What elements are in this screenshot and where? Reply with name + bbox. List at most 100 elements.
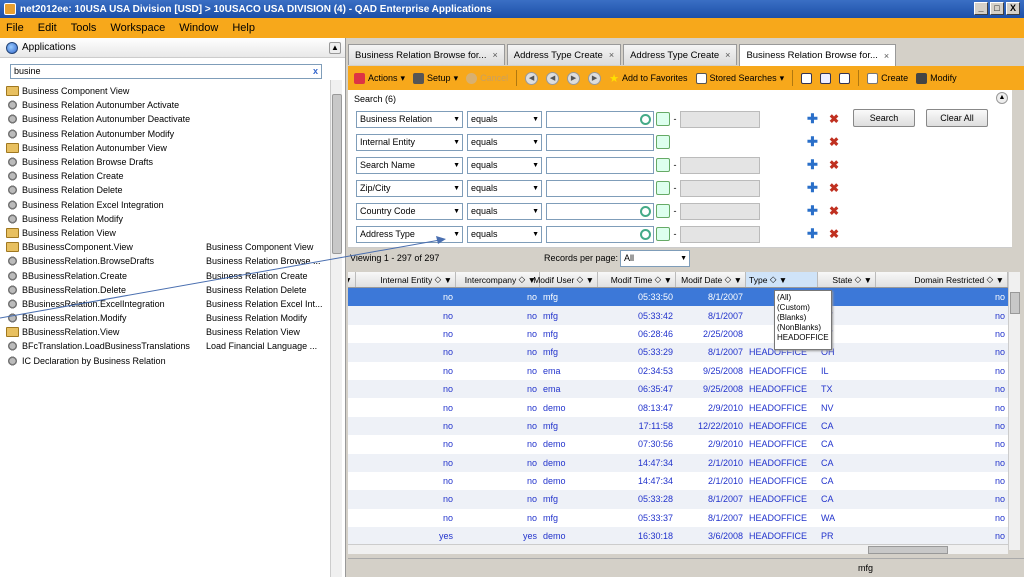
table-row[interactable]: no no demo 07:30:56 2/9/2010 HEADOFFICE CA no: [348, 435, 1008, 453]
close-button[interactable]: X: [1006, 2, 1020, 15]
filter-icon[interactable]: ▼: [779, 275, 787, 285]
next-page-icon[interactable]: ▶: [567, 71, 581, 85]
application-item[interactable]: BBusinessRelation.ExcelIntegration Busine…: [6, 297, 336, 311]
criterion-value-input[interactable]: [546, 202, 654, 220]
application-item[interactable]: Business Relation Create: [6, 169, 336, 183]
apply-criterion-icon[interactable]: [656, 227, 670, 241]
application-item[interactable]: Business Relation Autonumber Activate: [6, 98, 336, 112]
modify-button[interactable]: Modify: [916, 72, 957, 84]
column-header-modif-user[interactable]: Modif User ◇ ▼: [533, 272, 598, 287]
table-row[interactable]: no no demo 14:47:34 2/1/2010 HEADOFFICE CA no: [348, 472, 1008, 490]
criterion-field-select[interactable]: Internal Entity ▼: [356, 133, 463, 151]
sort-icon[interactable]: ◇: [519, 274, 526, 285]
grid-view-icon[interactable]: [801, 72, 813, 84]
criterion-operator-select[interactable]: equals ▼: [467, 156, 542, 174]
grid-vertical-scrollbar[interactable]: [1008, 272, 1020, 550]
criterion-value-input[interactable]: [546, 133, 654, 151]
application-item[interactable]: IC Declaration by Business Relation: [6, 354, 336, 368]
sort-icon[interactable]: ◇: [435, 274, 442, 285]
setup-menu[interactable]: Setup ▾: [413, 72, 458, 84]
menu-workspace[interactable]: Workspace: [110, 22, 165, 34]
table-row[interactable]: no no mfg 17:11:58 12/22/2010 HEADOFFICE CA no: [348, 416, 1008, 436]
application-item[interactable]: Business Relation Autonumber Deactivate: [6, 112, 336, 126]
add-criterion-icon[interactable]: ✚: [807, 134, 818, 150]
criterion-value-input[interactable]: [546, 225, 654, 243]
criterion-range-input[interactable]: [680, 179, 760, 197]
application-item[interactable]: Business Relation Autonumber Modify: [6, 127, 336, 141]
apply-criterion-icon[interactable]: [656, 204, 670, 218]
table-row[interactable]: yes yes demo 16:30:18 3/6/2008 HEADOFFICE PR no: [348, 527, 1008, 546]
lookup-icon[interactable]: [640, 113, 651, 125]
prev-page-icon[interactable]: ◀: [546, 71, 560, 85]
criterion-field-select[interactable]: Zip/City ▼: [356, 179, 463, 197]
type-filter-option[interactable]: (NonBlanks): [777, 323, 829, 333]
menu-file[interactable]: File: [6, 22, 24, 34]
criterion-field-select[interactable]: Search Name ▼: [356, 156, 463, 174]
criterion-field-select[interactable]: Country Code ▼: [356, 202, 463, 220]
sort-icon[interactable]: ◇: [855, 274, 862, 285]
criterion-value-input[interactable]: [546, 179, 654, 197]
scrollbar-thumb[interactable]: [868, 546, 948, 554]
column-header-modif-time[interactable]: Modif Time ◇ ▼: [598, 272, 676, 287]
sort-icon[interactable]: ◇: [770, 274, 777, 285]
tab-4[interactable]: Business Relation Browse for... ×: [739, 44, 897, 66]
criterion-range-input[interactable]: [680, 110, 760, 128]
criterion-range-input[interactable]: [680, 225, 760, 243]
filter-icon[interactable]: ▼: [444, 275, 452, 285]
criterion-operator-select[interactable]: equals ▼: [467, 110, 542, 128]
records-per-page-select[interactable]: All ▼: [620, 250, 690, 267]
lookup-icon[interactable]: [640, 228, 651, 240]
minimize-button[interactable]: _: [974, 2, 988, 15]
applications-search-input[interactable]: busine x: [10, 64, 322, 79]
criterion-operator-select[interactable]: equals ▼: [467, 179, 542, 197]
application-item[interactable]: Business Relation View: [6, 226, 336, 240]
criterion-value-input[interactable]: [546, 110, 654, 128]
filter-icon[interactable]: ▼: [664, 275, 672, 285]
column-header-internal-entity[interactable]: Internal Entity ◇ ▼: [356, 272, 456, 287]
grid-horizontal-scrollbar[interactable]: [348, 544, 1008, 554]
applications-scrollbar[interactable]: [330, 80, 342, 577]
table-row[interactable]: no no mfg 05:33:28 8/1/2007 HEADOFFICE CA no: [348, 490, 1008, 509]
table-row[interactable]: no no demo 08:13:47 2/9/2010 HEADOFFICE NV no: [348, 398, 1008, 416]
add-to-favorites-button[interactable]: ★ Add to Favorites: [609, 72, 687, 85]
column-header-type[interactable]: Type ◇ ▼: [746, 272, 818, 287]
table-row[interactable]: no no ema 02:34:53 9/25/2008 HEADOFFICE IL no: [348, 362, 1008, 380]
tab-2[interactable]: Address Type Create ×: [506, 44, 622, 65]
table-row[interactable]: no no mfg 05:33:37 8/1/2007 HEADOFFICE WA no: [348, 509, 1008, 527]
sort-icon[interactable]: ◇: [725, 274, 732, 285]
type-filter-option[interactable]: (Custom): [777, 303, 829, 313]
table-row[interactable]: no no mfg 05:33:29 8/1/2007 HEADOFFICE OH no: [348, 343, 1008, 362]
tile-view-icon[interactable]: [839, 72, 851, 84]
stored-searches-menu[interactable]: Stored Searches ▾: [695, 72, 784, 84]
form-view-icon[interactable]: [820, 72, 832, 84]
application-item[interactable]: BBusinessComponent.View Business Componen…: [6, 240, 336, 254]
application-item[interactable]: BFcTranslation.LoadBusinessTranslations L…: [6, 339, 336, 353]
close-tab-icon[interactable]: ×: [609, 50, 614, 60]
remove-criterion-icon[interactable]: ✖: [829, 158, 839, 172]
type-filter-option[interactable]: HEADOFFICE: [777, 333, 829, 343]
criterion-range-input[interactable]: [680, 202, 760, 220]
search-collapse-icon[interactable]: ▲: [996, 92, 1008, 104]
cancel-button[interactable]: Cancel: [466, 72, 508, 84]
sort-icon[interactable]: ◇: [577, 274, 584, 285]
application-item[interactable]: Business Relation Browse Drafts: [6, 155, 336, 169]
apply-criterion-icon[interactable]: [656, 135, 670, 149]
filter-icon[interactable]: ▼: [586, 275, 594, 285]
criterion-field-select[interactable]: Business Relation ▼: [356, 110, 463, 128]
sort-icon[interactable]: ◇: [655, 274, 662, 285]
type-filter-option[interactable]: (All): [777, 293, 829, 303]
actions-menu[interactable]: Actions ▾: [354, 72, 405, 84]
application-item[interactable]: Business Component View: [6, 84, 336, 98]
column-header-state[interactable]: State ◇ ▼: [818, 272, 876, 287]
scrollbar-thumb[interactable]: [1010, 292, 1020, 314]
criterion-operator-select[interactable]: equals ▼: [467, 202, 542, 220]
create-button[interactable]: Create: [867, 72, 908, 84]
table-row[interactable]: no no demo 14:47:34 2/1/2010 HEADOFFICE CA no: [348, 453, 1008, 472]
application-item[interactable]: BBusinessRelation.Modify Business Relatio…: [6, 311, 336, 325]
application-item[interactable]: Business Relation Delete: [6, 183, 336, 197]
criterion-value-input[interactable]: [546, 156, 654, 174]
clear-all-button[interactable]: Clear All: [926, 109, 988, 127]
remove-criterion-icon[interactable]: ✖: [829, 204, 839, 218]
add-criterion-icon[interactable]: ✚: [807, 203, 818, 219]
filter-icon[interactable]: ▼: [348, 272, 356, 287]
